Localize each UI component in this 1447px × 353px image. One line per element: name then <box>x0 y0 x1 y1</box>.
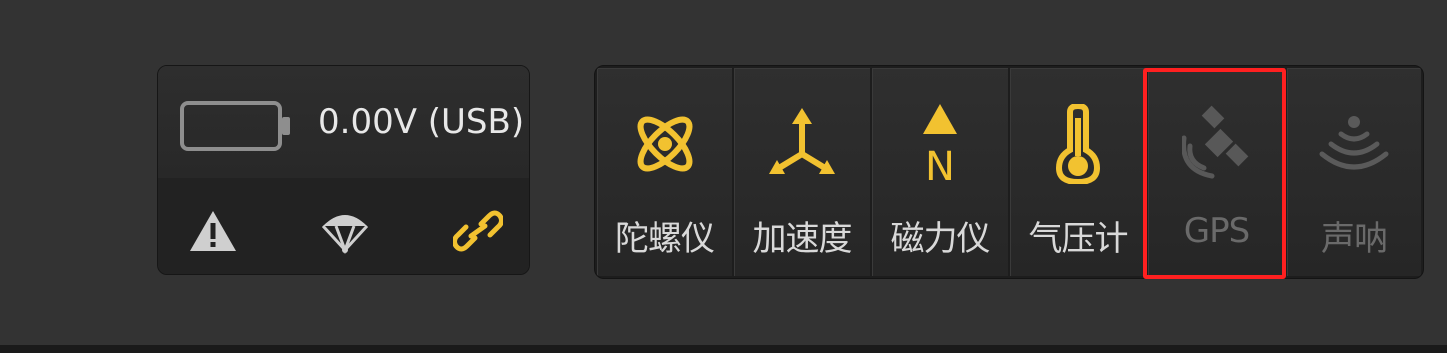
sensor-label-magnetometer: 磁力仪 <box>890 219 991 259</box>
magnetometer-icon: N <box>923 104 957 184</box>
sonar-icon <box>1319 116 1389 170</box>
link-icon[interactable] <box>453 208 503 254</box>
sensor-toolbar: 陀螺仪 加速度 N 磁力仪 气压计 GPS 声呐 <box>594 65 1424 279</box>
gps-highlight-box <box>1143 68 1286 279</box>
battery-voltage: 0.00V (USB) <box>318 102 525 142</box>
battery-icon <box>180 101 290 151</box>
sensor-label-accelerometer: 加速度 <box>752 219 853 259</box>
magnetometer-icon-letter: N <box>925 144 955 184</box>
sensor-button-barometer[interactable]: 气压计 <box>1010 68 1146 276</box>
bottom-strip <box>0 345 1447 353</box>
accelerometer-icon <box>769 108 835 174</box>
sensor-button-accelerometer[interactable]: 加速度 <box>734 68 870 276</box>
sensor-button-sonar[interactable]: 声呐 <box>1287 68 1421 276</box>
warning-icon[interactable] <box>188 208 238 254</box>
sensor-button-gyroscope[interactable]: 陀螺仪 <box>597 68 732 276</box>
battery-panel: 0.00V (USB) <box>157 65 530 275</box>
sensor-label-sonar: 声呐 <box>1321 219 1388 259</box>
sensor-label-gyroscope: 陀螺仪 <box>615 219 715 259</box>
barometer-icon <box>1055 104 1101 184</box>
sensor-label-barometer: 气压计 <box>1028 219 1129 259</box>
sensor-button-magnetometer[interactable]: N 磁力仪 <box>872 68 1008 276</box>
parachute-icon[interactable] <box>320 208 370 254</box>
gyroscope-icon <box>637 116 692 172</box>
